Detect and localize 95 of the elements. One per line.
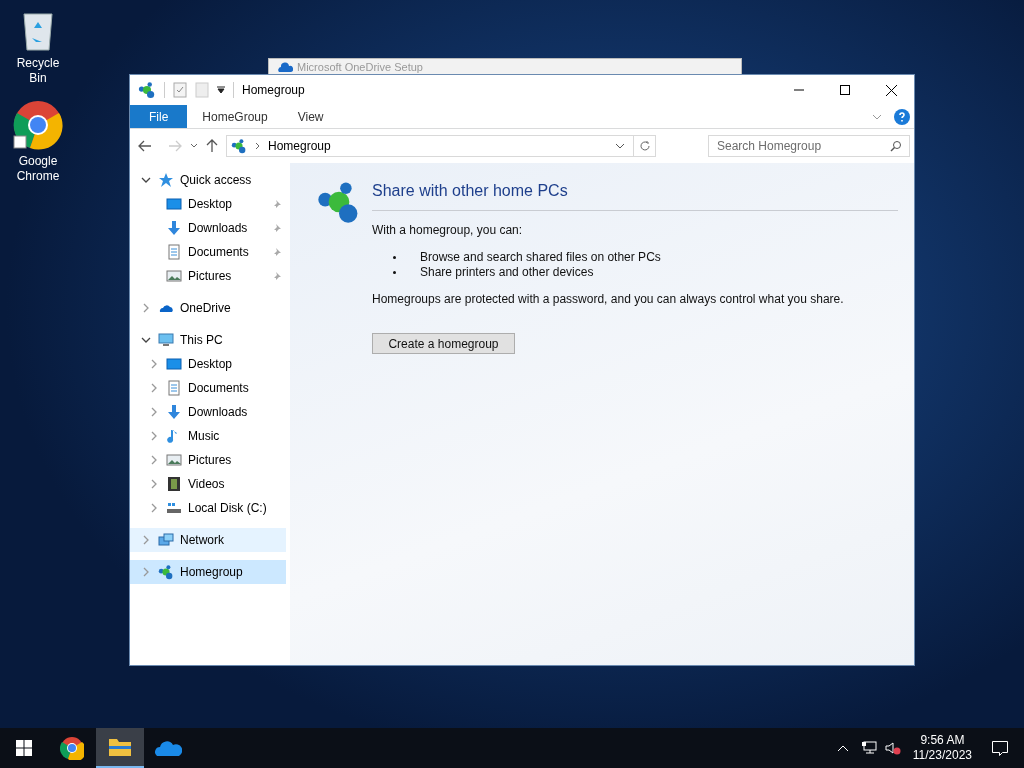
film-icon [166, 476, 182, 492]
tree-item[interactable]: Desktop [130, 192, 286, 216]
drive-icon [166, 500, 182, 516]
breadcrumb-separator-icon [255, 142, 260, 150]
bullet-text: Browse and search shared files on other PCs [420, 250, 661, 265]
homegroup-icon [138, 81, 156, 99]
item-label: Pictures [188, 268, 232, 285]
help-icon[interactable] [894, 108, 910, 125]
shortcut-label: Recycle Bin [15, 56, 61, 86]
chevron-icon[interactable] [141, 175, 151, 185]
file-menu-button[interactable]: File [130, 105, 188, 128]
document-icon [166, 244, 182, 260]
item-label: Downloads [188, 404, 248, 421]
desktop-shortcut[interactable]: Recycle Bin [0, 8, 76, 86]
search-field[interactable]: Search Homegroup [708, 135, 910, 157]
bullet-icon [393, 256, 396, 259]
close-icon [885, 84, 897, 96]
item-label: Local Disk (C:) [188, 500, 267, 517]
section-heading: Share with other home PCs [372, 179, 898, 211]
tree-item[interactable]: OneDrive [130, 296, 286, 320]
shortcut-label: Google Chrome [15, 154, 61, 184]
expand-ribbon-icon[interactable] [872, 112, 882, 121]
create-homegroup-button[interactable]: Create a homegroup [372, 333, 515, 354]
address-bar[interactable]: Homegroup [226, 135, 656, 157]
item-label: Quick access [180, 172, 252, 189]
monitor-icon [158, 332, 174, 348]
dropdown-icon[interactable] [217, 86, 225, 94]
tree-item[interactable]: Music [130, 424, 286, 448]
item-label: Music [188, 428, 220, 445]
bullet-icon [393, 271, 396, 274]
tree-item[interactable]: Network [130, 528, 286, 552]
window-title: Microsoft OneDrive Setup [297, 61, 423, 73]
cloud-icon [154, 739, 182, 757]
cloud-icon [277, 61, 293, 73]
picture-icon [166, 452, 182, 468]
ribbon-tab[interactable]: HomeGroup [187, 105, 283, 128]
intro-text: With a homegroup, you can: [372, 222, 524, 239]
item-label: Desktop [188, 196, 233, 213]
item-label: Pictures [188, 452, 232, 469]
maximize-icon [840, 85, 850, 95]
tree-item[interactable]: Documents [130, 376, 286, 400]
windows-logo-icon [16, 740, 32, 756]
info-text: Homegroups are protected with a password, and you can always control what you share. [372, 291, 845, 308]
item-label: Documents [188, 244, 249, 261]
volume-muted-icon[interactable] [884, 741, 901, 755]
tree-item[interactable]: Pictures [130, 264, 286, 288]
item-label: Homegroup [180, 564, 243, 581]
tree-item[interactable]: Pictures [130, 448, 286, 472]
tree-item[interactable]: Quick access [130, 168, 286, 192]
address-path: Homegroup [268, 138, 331, 155]
tree-item[interactable]: This PC [130, 328, 286, 352]
star-icon [158, 172, 174, 188]
tree-item[interactable]: Downloads [130, 216, 286, 240]
bullet-text: Share printers and other devices [420, 265, 594, 280]
down-arrow-icon [166, 220, 182, 236]
network-icon [158, 532, 174, 548]
homegroup-icon [231, 138, 247, 154]
picture-icon [166, 268, 182, 284]
desktop-icon [166, 356, 182, 372]
down-arrow-icon [166, 404, 182, 420]
item-label: OneDrive [180, 300, 231, 317]
homegroup-icon [158, 564, 174, 580]
search-icon [890, 140, 902, 152]
speech-bubble-icon [992, 740, 1008, 756]
item-label: Network [180, 532, 224, 549]
up-arrow-icon[interactable] [206, 139, 218, 153]
item-label: This PC [180, 332, 223, 349]
tree-item[interactable]: Downloads [130, 400, 286, 424]
chrome-icon [13, 100, 63, 150]
ribbon-tab[interactable]: View [282, 105, 339, 128]
clock-time[interactable]: 9:56 AM [920, 733, 965, 748]
chevron-up-icon[interactable] [836, 744, 849, 752]
clock-date[interactable]: 11/23/2023 [912, 748, 972, 763]
item-label: Downloads [188, 220, 248, 237]
tree-item[interactable]: Desktop [130, 352, 286, 376]
chrome-icon [60, 736, 84, 760]
tree-item[interactable]: Local Disk (C:) [130, 496, 286, 520]
chevron-icon[interactable] [141, 335, 151, 345]
item-label: Videos [188, 476, 225, 493]
recent-dropdown-icon[interactable] [190, 143, 198, 149]
network-icon[interactable] [860, 741, 877, 755]
window-title: Homegroup [242, 82, 305, 99]
tree-item[interactable]: Videos [130, 472, 286, 496]
desktop-shortcut[interactable]: Google Chrome [0, 100, 76, 184]
refresh-icon[interactable] [638, 140, 651, 152]
back-arrow-icon[interactable] [138, 140, 152, 152]
dropdown-icon[interactable] [615, 142, 625, 150]
desktop-icon [166, 196, 182, 212]
item-label: Documents [188, 380, 249, 397]
item-label: Desktop [188, 356, 233, 373]
tree-item[interactable]: Documents [130, 240, 286, 264]
tree-item[interactable]: Homegroup [130, 560, 286, 584]
folder-icon [108, 737, 132, 757]
taskbar-app[interactable] [96, 728, 144, 768]
document-icon [166, 380, 182, 396]
